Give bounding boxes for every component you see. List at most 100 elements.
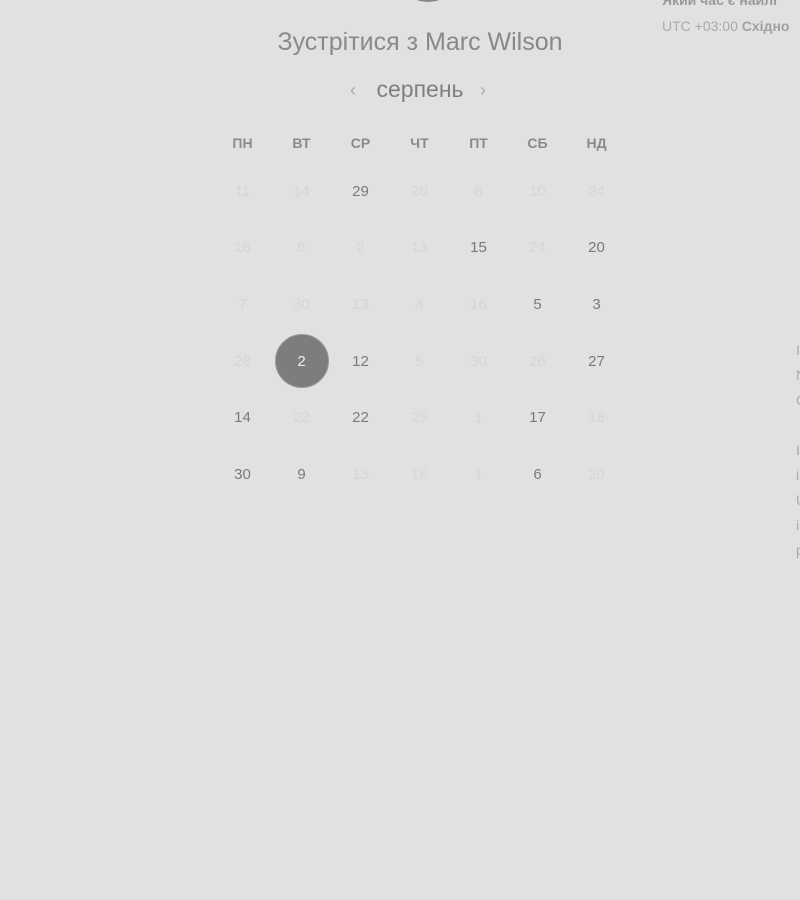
day-number: 8 bbox=[474, 182, 483, 200]
chevron-right-icon[interactable]: › bbox=[480, 80, 486, 101]
day-number: 12 bbox=[352, 352, 369, 370]
day-number: 10 bbox=[529, 182, 546, 200]
weekday-header: ПТ bbox=[469, 135, 488, 151]
clipped-text: I bbox=[796, 342, 800, 358]
day-cell: 1 bbox=[449, 446, 508, 503]
day-number: 24 bbox=[588, 182, 605, 200]
day-number: 17 bbox=[529, 409, 546, 427]
day-number: 15 bbox=[470, 239, 487, 257]
day-cell: 8 bbox=[449, 163, 508, 220]
day-number: 1 bbox=[474, 465, 483, 483]
day-cell[interactable]: 20 bbox=[567, 220, 626, 277]
day-cell[interactable]: 30 bbox=[213, 446, 272, 503]
day-number: 20 bbox=[588, 465, 605, 483]
day-cell[interactable]: 12 bbox=[331, 333, 390, 390]
day-number: 20 bbox=[411, 182, 428, 200]
day-number: 27 bbox=[588, 352, 605, 370]
day-number: 29 bbox=[352, 182, 369, 200]
day-number: 9 bbox=[297, 465, 306, 483]
day-cell[interactable]: 22 bbox=[331, 389, 390, 446]
day-number: 2 bbox=[274, 334, 329, 389]
day-cell[interactable]: 6 bbox=[508, 446, 567, 503]
day-cell: 18 bbox=[213, 220, 272, 277]
clipped-text: i bbox=[796, 517, 800, 533]
calendar-grid: ПН ВТ СР ЧТ ПТ СБ НД 11 14 29 20 8 10 24 18 6 2 13 15 24 20 7… bbox=[213, 135, 626, 503]
day-number: 22 bbox=[352, 409, 369, 427]
clipped-text: C bbox=[796, 392, 800, 408]
day-number: 7 bbox=[238, 295, 247, 313]
clipped-text: p bbox=[796, 542, 800, 558]
host-name: Marc Wilson bbox=[425, 28, 563, 56]
day-cell: 16 bbox=[449, 276, 508, 333]
day-cell: 25 bbox=[390, 389, 449, 446]
day-number: 25 bbox=[411, 409, 428, 427]
clipped-text: U bbox=[796, 492, 800, 508]
day-cell: 16 bbox=[390, 446, 449, 503]
month-label: серпень bbox=[376, 76, 464, 102]
day-cell: 26 bbox=[508, 333, 567, 390]
timezone-selector[interactable]: UTC +03:00 Східно bbox=[662, 18, 789, 34]
day-number: 16 bbox=[411, 465, 428, 483]
day-number: 18 bbox=[588, 409, 605, 427]
day-cell: 18 bbox=[567, 389, 626, 446]
day-cell: 13 bbox=[390, 220, 449, 277]
day-number: 16 bbox=[470, 295, 487, 313]
day-cell: 13 bbox=[331, 276, 390, 333]
clipped-text: i bbox=[796, 467, 800, 483]
day-cell[interactable]: 15 bbox=[449, 220, 508, 277]
weekday-header: СБ bbox=[527, 135, 548, 151]
day-number: 13 bbox=[352, 465, 369, 483]
day-cell: 6 bbox=[272, 220, 331, 277]
day-cell[interactable]: 17 bbox=[508, 389, 567, 446]
weekday-header: ЧТ bbox=[410, 135, 429, 151]
day-number: 26 bbox=[529, 352, 546, 370]
day-number: 14 bbox=[234, 409, 251, 427]
tz-name: Східно bbox=[741, 18, 790, 34]
weekday-header: СР bbox=[350, 135, 371, 151]
day-cell[interactable]: 14 bbox=[213, 389, 272, 446]
day-number: 6 bbox=[533, 465, 542, 483]
day-cell: 24 bbox=[567, 163, 626, 220]
day-number: 5 bbox=[533, 295, 542, 313]
day-cell[interactable]: 29 bbox=[331, 163, 390, 220]
day-cell: 20 bbox=[390, 163, 449, 220]
day-number: 5 bbox=[415, 352, 424, 370]
day-number: 4 bbox=[415, 295, 424, 313]
day-cell: 24 bbox=[508, 220, 567, 277]
day-number: 22 bbox=[293, 409, 310, 427]
day-cell: 14 bbox=[272, 163, 331, 220]
day-number: 18 bbox=[234, 239, 251, 257]
day-cell[interactable]: 3 bbox=[567, 276, 626, 333]
day-cell: 4 bbox=[390, 276, 449, 333]
day-number: 6 bbox=[297, 239, 306, 257]
day-number: 11 bbox=[234, 182, 251, 200]
day-number: 13 bbox=[352, 295, 369, 313]
clipped-text: N bbox=[796, 367, 800, 383]
day-cell: 30 bbox=[449, 333, 508, 390]
day-cell[interactable]: 27 bbox=[567, 333, 626, 390]
day-cell[interactable]: 9 bbox=[272, 446, 331, 503]
day-cell-selected[interactable]: 2 bbox=[272, 333, 331, 390]
day-number: 3 bbox=[592, 295, 601, 313]
title-prefix: Зустрітися з bbox=[277, 28, 419, 56]
day-number: 13 bbox=[411, 239, 428, 257]
day-cell: 30 bbox=[272, 276, 331, 333]
day-cell: 11 bbox=[213, 163, 272, 220]
day-cell: 20 bbox=[567, 446, 626, 503]
clipped-text: I bbox=[796, 442, 800, 458]
host-avatar bbox=[416, 0, 440, 2]
day-cell: 22 bbox=[272, 389, 331, 446]
day-number: 1 bbox=[474, 409, 483, 427]
day-cell[interactable]: 5 bbox=[508, 276, 567, 333]
weekday-header: ПН bbox=[232, 135, 253, 151]
day-number: 20 bbox=[588, 239, 605, 257]
tz-offset: UTC +03:00 bbox=[662, 18, 738, 34]
weekday-header: ВТ bbox=[292, 135, 311, 151]
day-number: 24 bbox=[529, 239, 546, 257]
day-number: 2 bbox=[356, 239, 365, 257]
day-cell: 5 bbox=[390, 333, 449, 390]
day-number: 30 bbox=[234, 465, 251, 483]
weekday-header: НД bbox=[586, 135, 607, 151]
day-cell: 28 bbox=[213, 333, 272, 390]
page-title: Зустрітися з Marc Wilson bbox=[200, 28, 640, 57]
